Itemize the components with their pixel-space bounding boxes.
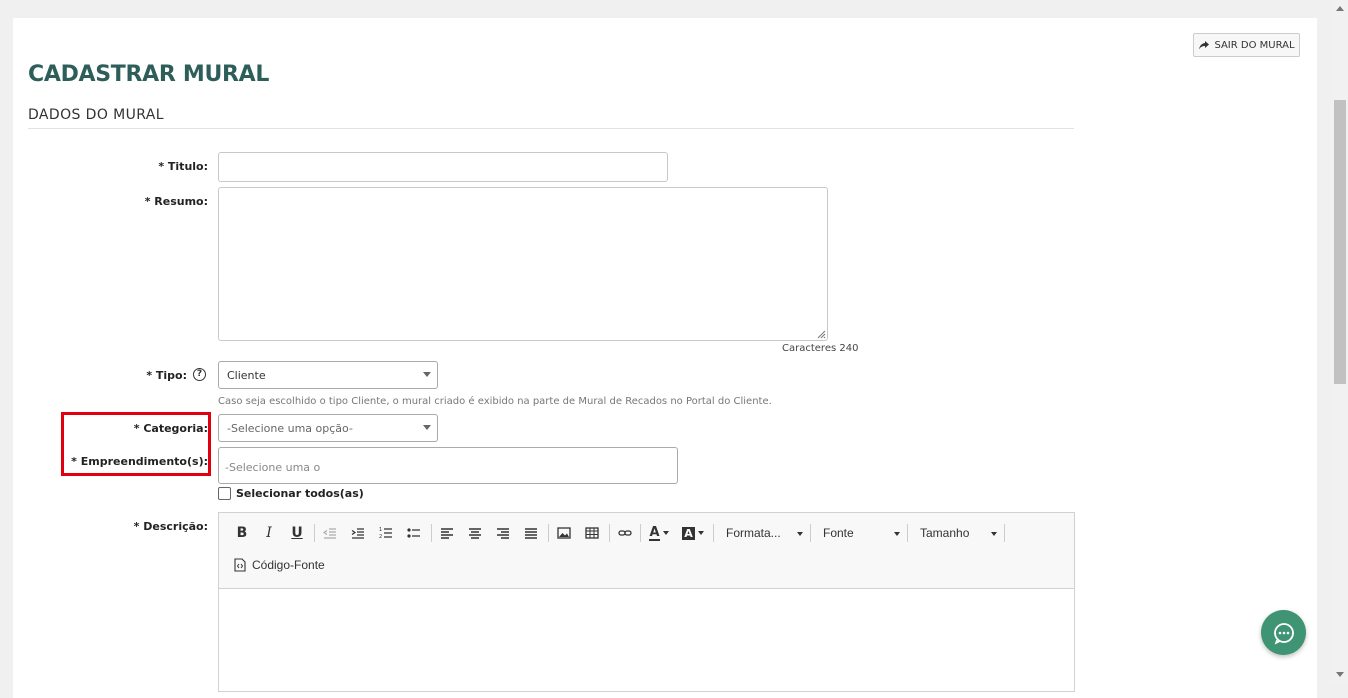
chevron-down-icon (662, 531, 669, 535)
share-arrow-icon (1199, 41, 1210, 50)
select-all-row[interactable]: Selecionar todos(as) (218, 487, 364, 500)
align-center-icon (469, 528, 481, 539)
format-label: Formata... (726, 526, 781, 540)
exit-mural-button[interactable]: SAIR DO MURAL (1193, 33, 1300, 57)
categoria-select[interactable]: -Selecione uma opção- (218, 414, 438, 442)
link-icon (618, 530, 632, 536)
resumo-textarea[interactable] (218, 187, 828, 341)
align-justify-button[interactable] (521, 523, 541, 543)
section-title: DADOS DO MURAL (28, 107, 164, 123)
chevron-down-icon (894, 532, 900, 536)
ordered-list-button[interactable]: 12 (376, 523, 396, 543)
exit-mural-label: SAIR DO MURAL (1214, 39, 1295, 51)
svg-text:2: 2 (379, 534, 382, 540)
align-right-icon (497, 528, 509, 539)
scroll-down-icon[interactable] (1336, 672, 1344, 677)
underline-button[interactable]: U (288, 523, 306, 543)
format-dropdown[interactable]: Formata... (726, 524, 803, 542)
indent-button[interactable] (348, 523, 368, 543)
toolbar-separator (609, 524, 610, 542)
align-center-button[interactable] (465, 523, 485, 543)
background-color-button[interactable]: A (679, 523, 707, 543)
character-counter: Caracteres 240 (782, 343, 859, 354)
source-code-icon (234, 558, 246, 572)
toolbar-separator (548, 524, 549, 542)
align-left-icon (441, 528, 453, 539)
image-icon (557, 527, 571, 539)
insert-link-button[interactable] (615, 523, 635, 543)
chat-bubble-icon (1273, 622, 1294, 645)
tipo-hint: Caso seja escolhido o tipo Cliente, o mu… (218, 396, 772, 407)
scroll-up-icon[interactable] (1336, 6, 1344, 11)
empreendimentos-multiselect[interactable]: -Selecione uma opç (218, 447, 678, 484)
chevron-down-icon (423, 425, 431, 430)
tipo-label: * Tipo: (146, 369, 187, 382)
help-icon[interactable]: ? (193, 368, 206, 381)
size-label: Tamanho (920, 526, 970, 540)
toolbar-separator (810, 524, 811, 542)
font-label: Fonte (823, 526, 854, 540)
resumo-label: * Resumo: (144, 195, 208, 208)
resize-grip-icon[interactable] (817, 330, 826, 339)
toolbar-separator (1004, 524, 1005, 542)
titulo-label: * Titulo: (158, 160, 208, 173)
indent-icon (351, 528, 364, 539)
toolbar-separator (907, 524, 908, 542)
chevron-down-icon (423, 372, 431, 377)
chevron-down-icon (797, 532, 803, 536)
chat-button[interactable] (1261, 610, 1306, 655)
select-all-label: Selecionar todos(as) (236, 487, 364, 500)
outdent-button[interactable] (320, 523, 340, 543)
editor-content-area[interactable] (219, 589, 1074, 689)
select-all-checkbox[interactable] (218, 487, 231, 500)
toolbar-separator (713, 524, 714, 542)
titulo-input[interactable] (218, 152, 668, 182)
tipo-selected-value: Cliente (227, 368, 266, 382)
table-icon (585, 527, 599, 539)
toolbar-separator (431, 524, 432, 542)
bullet-list-button[interactable] (404, 523, 424, 543)
font-color-icon: A (649, 524, 660, 541)
page-scrollbar[interactable] (1331, 0, 1348, 684)
align-right-button[interactable] (493, 523, 513, 543)
categoria-selected-value: -Selecione uma opção- (227, 421, 353, 435)
insert-table-button[interactable] (582, 523, 602, 543)
bullet-list-icon (407, 528, 420, 538)
tipo-select[interactable]: Cliente (218, 361, 438, 389)
rich-text-editor: B I U 12 A A Formata... Fonte Tamanho Có… (218, 512, 1075, 692)
descricao-label: * Descrição: (133, 520, 208, 533)
size-dropdown[interactable]: Tamanho (920, 524, 997, 542)
source-code-label: Código-Fonte (252, 558, 325, 572)
font-color-button[interactable]: A (646, 523, 672, 543)
font-dropdown[interactable]: Fonte (823, 524, 900, 542)
outdent-icon (323, 528, 336, 539)
chevron-down-icon (991, 532, 997, 536)
page-title: CADASTRAR MURAL (28, 62, 270, 87)
align-left-button[interactable] (437, 523, 457, 543)
scrollbar-thumb[interactable] (1334, 100, 1346, 384)
italic-button[interactable]: I (260, 523, 278, 543)
chevron-down-icon (698, 531, 704, 535)
section-divider (28, 128, 1074, 129)
editor-toolbar: B I U 12 A A Formata... Fonte Tamanho Có… (219, 513, 1074, 589)
insert-image-button[interactable] (554, 523, 574, 543)
toolbar-separator (640, 524, 641, 542)
source-code-button[interactable]: Código-Fonte (234, 558, 325, 572)
ordered-list-icon: 12 (379, 527, 392, 540)
background-color-icon: A (682, 526, 695, 540)
align-justify-icon (525, 528, 537, 539)
toolbar-separator (314, 524, 315, 542)
svg-text:1: 1 (379, 527, 382, 533)
empreendimentos-placeholder: -Selecione uma opç (225, 461, 321, 474)
highlight-box (61, 412, 211, 476)
bold-button[interactable]: B (233, 523, 251, 543)
